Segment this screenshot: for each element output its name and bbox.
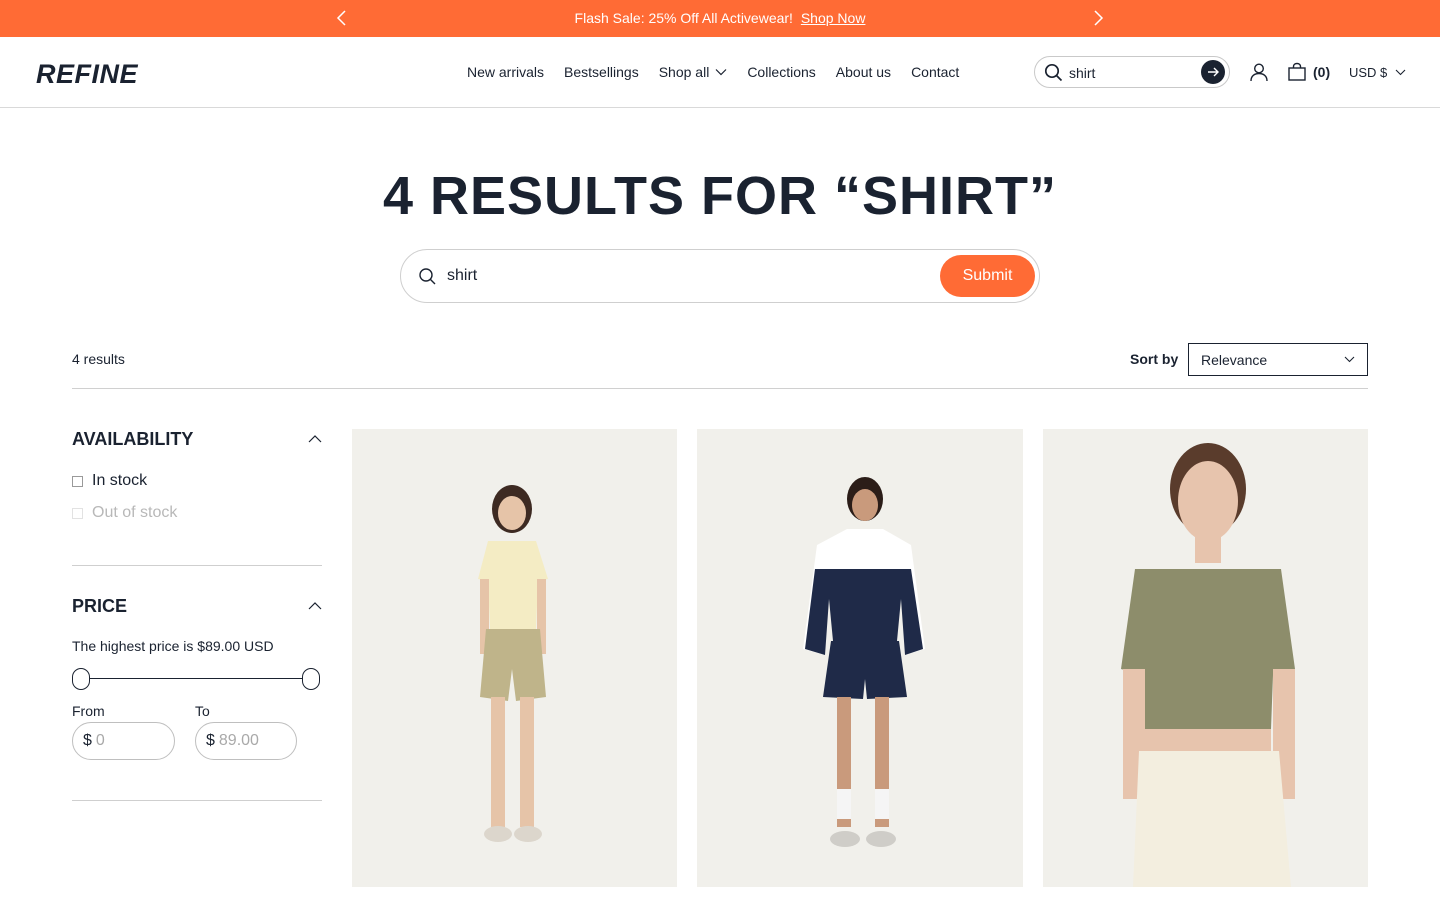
chevron-right-icon[interactable] [1089,9,1107,27]
announcement-message: Flash Sale: 25% Off All Activewear! [574,10,793,26]
results-count: 4 results [72,351,125,367]
cart-count: (0) [1313,64,1331,80]
divider [72,388,1368,389]
chevron-down-icon [1395,69,1406,76]
announcement-text: Flash Sale: 25% Off All Activewear! Shop… [0,10,1440,26]
product-card-image[interactable] [1043,429,1368,887]
header-search-input[interactable]: shirt [1034,56,1230,88]
chevron-up-icon [308,435,322,443]
product-card-image[interactable] [697,429,1023,887]
price-from-placeholder: 0 [95,732,105,749]
submit-button[interactable]: Submit [940,255,1035,297]
from-label: From [72,703,105,719]
account-button[interactable] [1249,62,1269,87]
filter-divider [72,800,322,801]
price-to-placeholder: 89.00 [218,732,259,749]
highest-price-note: The highest price is $89.00 USD [72,638,274,654]
search-icon [1044,63,1063,87]
announcement-bar: Flash Sale: 25% Off All Activewear! Shop… [0,0,1440,37]
price-slider-min-handle[interactable] [72,668,90,690]
out-of-stock-checkbox[interactable]: Out of stock [72,504,177,522]
cart-button[interactable]: (0) [1287,62,1330,82]
product-photo-olive-tee [1043,429,1368,887]
currency-symbol: $ [83,732,92,749]
price-from-input[interactable]: $0 [72,722,175,760]
page-title: 4 RESULTS FOR “SHIRT” [382,166,1058,226]
sort-value: Relevance [1201,352,1268,368]
checkbox-box [72,475,83,487]
product-photo-navy-halfzip [697,429,1023,887]
price-slider-max-handle[interactable] [302,668,320,690]
logo[interactable]: REFINE [36,59,138,90]
in-stock-checkbox[interactable]: In stock [72,472,147,490]
filter-divider [72,565,322,566]
sort-select[interactable]: Relevance [1188,343,1368,376]
nav-shop-all[interactable]: Shop all [659,64,728,80]
shopping-bag-icon [1288,62,1306,81]
product-card-image[interactable] [352,429,677,887]
chevron-down-icon [1344,356,1355,363]
sort-label: Sort by [1130,351,1179,367]
main-nav: New arrivals Bestsellings Shop all Colle… [467,64,959,80]
in-stock-label: In stock [92,472,148,489]
shop-now-link[interactable]: Shop Now [801,10,866,26]
nav-new-arrivals[interactable]: New arrivals [467,64,544,80]
out-of-stock-label: Out of stock [92,504,178,521]
search-icon [418,267,437,291]
arrow-right-icon [1208,67,1219,77]
currency-selector[interactable]: USD $ [1349,65,1406,80]
nav-collections[interactable]: Collections [747,64,815,80]
currency-value: USD $ [1349,65,1388,80]
search-form: shirt Submit [400,249,1040,303]
availability-heading: AVAILABILITY [72,429,194,449]
search-input[interactable]: shirt [447,267,477,285]
site-header: REFINE New arrivals Bestsellings Shop al… [0,37,1440,108]
price-filter-toggle[interactable]: PRICE [72,596,322,617]
nav-contact[interactable]: Contact [911,64,959,80]
currency-symbol: $ [206,732,215,749]
price-slider-track[interactable] [80,678,310,679]
chevron-up-icon [308,602,322,610]
price-to-input[interactable]: $89.00 [195,722,297,760]
user-icon [1250,63,1268,82]
availability-filter-toggle[interactable]: AVAILABILITY [72,429,322,450]
search-submit-button[interactable] [1201,60,1225,84]
checkbox-box [72,507,83,519]
to-label: To [195,703,210,719]
chevron-down-icon [715,69,727,76]
nav-about-us[interactable]: About us [836,64,891,80]
header-search-value: shirt [1069,65,1096,81]
product-photo-yellow-tee [352,429,677,887]
nav-shop-all-label: Shop all [658,64,710,80]
nav-bestsellings[interactable]: Bestsellings [564,64,639,80]
price-heading: PRICE [72,596,128,616]
